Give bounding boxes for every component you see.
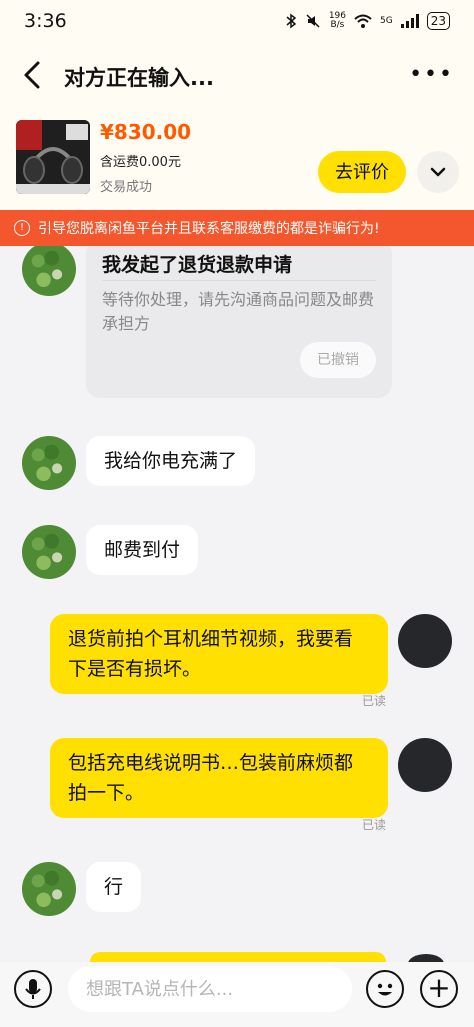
my-message-bubble[interactable]: 退货前拍个耳机细节视频，我要看下是否有损坏。: [50, 614, 388, 694]
warning-text: 引导您脱离闲鱼平台并且联系客服缴费的都是诈骗行为!: [38, 221, 380, 237]
chevron-left-icon: [24, 61, 40, 89]
trade-status: 交易成功: [100, 180, 153, 195]
my-avatar-partial[interactable]: [408, 954, 444, 962]
add-attachment-button[interactable]: +: [420, 970, 458, 1008]
revoked-status-button: 已撤销: [300, 342, 376, 378]
chat-header: 对方正在输入... •••: [0, 44, 474, 108]
network-type: 5G: [380, 16, 393, 26]
seller-avatar[interactable]: [22, 525, 76, 579]
more-options-icon[interactable]: •••: [409, 62, 454, 87]
headphones-image: [16, 120, 90, 194]
back-button[interactable]: [18, 58, 48, 92]
page-title: 对方正在输入...: [64, 66, 214, 90]
message-input-bar: +: [0, 962, 474, 1027]
shipping-info: 含运费0.00元: [100, 155, 181, 170]
battery-indicator: 23: [426, 12, 450, 30]
seller-avatar[interactable]: [22, 862, 76, 916]
product-summary[interactable]: ¥830.00 含运费0.00元 交易成功 去评价: [0, 108, 474, 210]
voice-button[interactable]: [14, 970, 52, 1008]
plus-icon: +: [427, 971, 451, 1004]
product-thumbnail[interactable]: [16, 120, 90, 194]
my-message-bubble[interactable]: 包括充电线说明书…包装前麻烦都拍一下。: [50, 738, 388, 818]
refund-request-card[interactable]: 我发起了退货退款申请 等待你处理，请先沟通商品问题及邮费承担方 已撤销: [86, 246, 392, 398]
seller-avatar[interactable]: [22, 436, 76, 490]
my-avatar[interactable]: [398, 614, 452, 668]
read-receipt: 已读: [362, 694, 387, 708]
status-bar: 3:36 196 B/s 5G 23: [0, 0, 474, 44]
signal-icon: [400, 14, 419, 28]
refund-card-body: 等待你处理，请先沟通商品问题及邮费承担方: [102, 290, 375, 333]
smiley-icon: [377, 983, 393, 996]
read-receipt: 已读: [362, 818, 387, 832]
emoji-button[interactable]: [366, 970, 404, 1008]
message-bubble[interactable]: 邮费到付: [86, 525, 199, 575]
bluetooth-icon: [286, 13, 297, 29]
refund-card-title: 我发起了退货退款申请: [102, 254, 293, 276]
evaluate-button[interactable]: 去评价: [318, 151, 406, 193]
fraud-warning-banner: ! 引导您脱离闲鱼平台并且联系客服缴费的都是诈骗行为!: [0, 210, 474, 246]
wifi-icon: [354, 14, 372, 28]
message-input[interactable]: [68, 966, 352, 1012]
microphone-icon: [25, 979, 41, 999]
status-time: 3:36: [24, 10, 67, 32]
message-bubble[interactable]: 行: [86, 862, 142, 912]
alert-icon: !: [14, 220, 30, 236]
product-price: ¥830.00: [100, 120, 192, 144]
speed-unit: B/s: [330, 20, 345, 30]
message-bubble[interactable]: 我给你电充满了: [86, 436, 256, 486]
seller-avatar[interactable]: [22, 246, 76, 296]
status-icons: 196 B/s 5G 23: [285, 12, 450, 30]
divider: [102, 280, 376, 281]
expand-button[interactable]: [417, 151, 459, 193]
chevron-down-icon: [430, 167, 446, 177]
my-message-bubble-partial[interactable]: [90, 952, 386, 962]
mute-icon: [306, 14, 320, 28]
chat-messages[interactable]: 我发起了退货退款申请 等待你处理，请先沟通商品问题及邮费承担方 已撤销 我给你电…: [0, 246, 474, 962]
my-avatar[interactable]: [398, 738, 452, 792]
network-speed: 196 B/s: [329, 12, 346, 30]
